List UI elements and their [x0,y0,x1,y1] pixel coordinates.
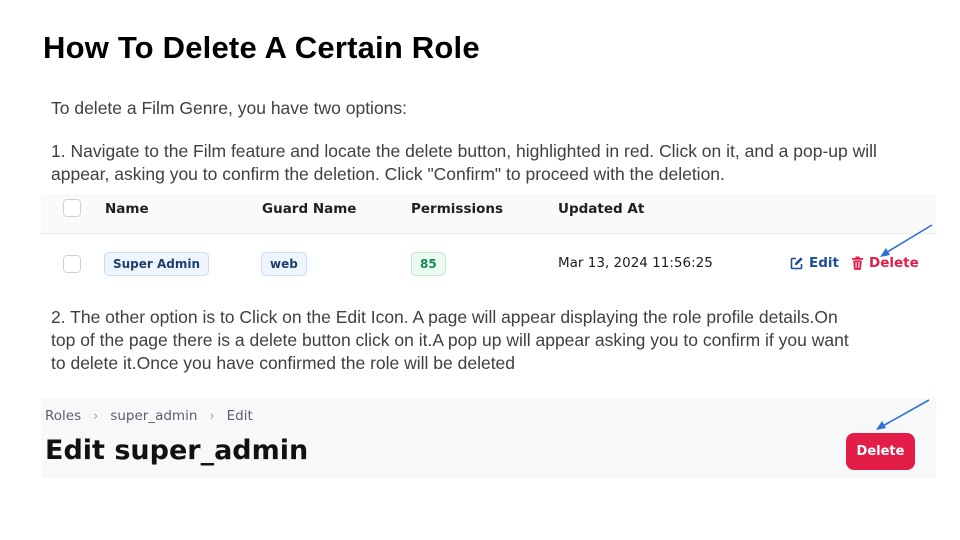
chevron-right-icon: › [209,408,215,424]
table-row: Super Admin web 85 Mar 13, 2024 11:56:25… [41,235,936,285]
header-updated-at[interactable]: Updated At [558,201,644,217]
step1-text: 1. Navigate to the Film feature and loca… [51,141,877,184]
delete-link[interactable]: Delete [851,255,919,271]
edit-label: Edit [809,255,839,271]
row-checkbox[interactable] [63,255,81,273]
header-permissions[interactable]: Permissions [411,201,503,217]
edit-link[interactable]: Edit [790,255,839,271]
header-guard-name[interactable]: Guard Name [262,201,356,217]
chevron-right-icon: › [93,408,99,424]
breadcrumb-super-admin[interactable]: super_admin [110,408,197,424]
breadcrumb-edit: Edit [226,408,253,424]
select-all-checkbox[interactable] [63,199,81,217]
guard-name-badge: web [261,252,307,276]
breadcrumb-roles[interactable]: Roles [45,408,81,424]
table-header: Name Guard Name Permissions Updated At [41,194,936,234]
roles-table: Name Guard Name Permissions Updated At S… [41,194,936,285]
pencil-square-icon [790,256,804,270]
delete-button[interactable]: Delete [846,433,915,470]
step2-text: 2. The other option is to Click on the E… [51,307,849,373]
header-name[interactable]: Name [105,201,149,217]
trash-icon [851,256,864,270]
breadcrumb: Roles › super_admin › Edit [45,408,253,424]
updated-at-value: Mar 13, 2024 11:56:25 [558,255,713,271]
intro-text: To delete a Film Genre, you have two opt… [51,98,408,118]
edit-role-page: Roles › super_admin › Edit Edit super_ad… [41,398,936,478]
role-name-badge: Super Admin [104,252,210,276]
delete-label: Delete [869,255,919,271]
slide-title: How To Delete A Certain Role [43,30,480,65]
permissions-count-badge: 85 [411,252,446,276]
page-title: Edit super_admin [45,435,309,466]
